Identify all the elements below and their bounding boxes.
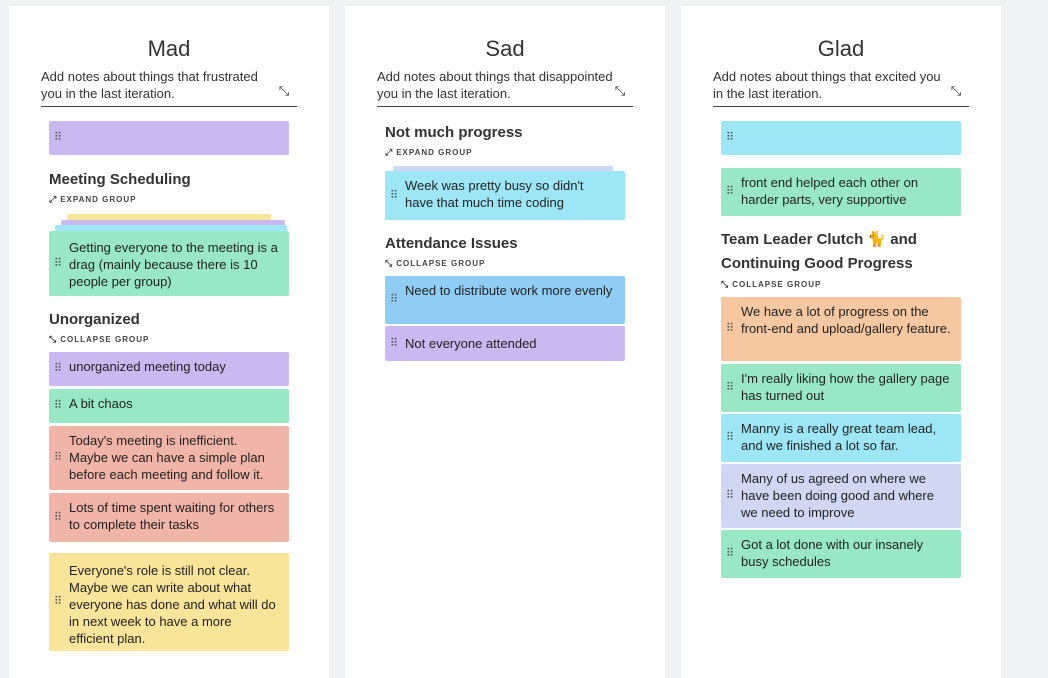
drag-handle-icon[interactable]: ⠿ xyxy=(726,490,734,502)
note-text: We have a lot of progress on the front-e… xyxy=(741,304,951,336)
note-text: unorganized meeting today xyxy=(69,359,226,374)
note-text: Got a lot done with our insanely busy sc… xyxy=(741,537,924,569)
drag-handle-icon[interactable]: ⠿ xyxy=(390,190,398,201)
drag-handle-icon[interactable]: ⠿ xyxy=(54,363,62,375)
note-text: Lots of time spent waiting for others to… xyxy=(69,500,275,532)
drag-handle-icon[interactable]: ⠿ xyxy=(726,186,734,198)
note-card[interactable]: ⠿ Not everyone attended xyxy=(385,326,625,361)
drag-handle-icon[interactable]: ⠿ xyxy=(54,400,62,412)
group-title: Unorganized xyxy=(49,311,140,328)
group-title: Not much progress xyxy=(385,124,523,141)
expand-group-button[interactable]: ⤢ EXPAND GROUP xyxy=(49,194,137,205)
drag-handle-icon[interactable]: ⠿ xyxy=(390,294,398,306)
note-card[interactable]: ⠿ Lots of time spent waiting for others … xyxy=(49,493,289,542)
column-divider xyxy=(713,106,969,107)
note-text: Week was pretty busy so didn't have that… xyxy=(405,178,584,210)
column-description: Add notes about things that disappointed… xyxy=(377,69,613,101)
column-description: Add notes about things that excited you … xyxy=(713,69,941,101)
column-glad: Glad Add notes about things that excited… xyxy=(681,6,1001,678)
note-text: Getting everyone to the meeting is a dra… xyxy=(69,240,278,289)
note-text: front end helped each other on harder pa… xyxy=(741,175,919,207)
note-text: A bit chaos xyxy=(69,396,133,411)
collapse-group-button[interactable]: ⤡ COLLAPSE GROUP xyxy=(49,334,149,345)
drag-handle-icon[interactable]: ⠿ xyxy=(726,323,734,335)
group-title: Team Leader Clutch 🐈 and Continuing Good… xyxy=(721,231,917,272)
note-card[interactable]: ⠿ Getting everyone to the meeting is a d… xyxy=(49,231,289,296)
note-card[interactable]: ⠿ Week was pretty busy so didn't have th… xyxy=(385,171,625,220)
toggle-label: EXPAND GROUP xyxy=(396,148,473,157)
note-card[interactable]: ⠿ We have a lot of progress on the front… xyxy=(721,297,961,361)
note-card[interactable]: ⠿ A bit chaos xyxy=(49,389,289,423)
note-card[interactable]: ⠿ Got a lot done with our insanely busy … xyxy=(721,530,961,578)
drag-handle-icon[interactable]: ⠿ xyxy=(726,548,734,560)
column-divider xyxy=(377,106,633,107)
note-text: I'm really liking how the gallery page h… xyxy=(741,371,950,403)
note-text: Many of us agreed on where we have been … xyxy=(741,471,934,520)
toggle-label: COLLAPSE GROUP xyxy=(396,259,486,268)
column-title: Glad xyxy=(817,36,865,61)
drag-handle-icon[interactable]: ⠿ xyxy=(54,132,62,144)
note-text: Everyone's role is still not clear. Mayb… xyxy=(69,563,276,646)
note-card[interactable]: ⠿ Need to distribute work more evenly xyxy=(385,276,625,324)
column-title: Sad xyxy=(485,36,525,61)
note-card[interactable]: ⠿ I'm really liking how the gallery page… xyxy=(721,364,961,412)
note-card[interactable]: ⠿ Manny is a really great team lead, and… xyxy=(721,414,961,462)
toggle-label: EXPAND GROUP xyxy=(60,195,137,204)
note-card[interactable]: ⠿ front end helped each other on harder … xyxy=(721,168,961,216)
group-title: Attendance Issues xyxy=(385,235,518,252)
drag-handle-icon[interactable]: ⠿ xyxy=(726,432,734,444)
expand-arrows-icon: ⤢ xyxy=(385,147,394,157)
note-card[interactable]: ⠿ xyxy=(721,121,961,155)
note-text: Need to distribute work more evenly xyxy=(405,283,613,298)
column-title: Mad xyxy=(147,36,191,61)
note-card[interactable]: ⠿ Many of us agreed on where we have bee… xyxy=(721,464,961,528)
note-card[interactable]: ⠿ xyxy=(49,121,289,155)
column-mad: Mad Add notes about things that frustrat… xyxy=(9,6,329,678)
collapse-group-button[interactable]: ⤡ COLLAPSE GROUP xyxy=(721,279,821,290)
collapse-arrows-icon[interactable]: ⤡ xyxy=(947,82,965,100)
note-card[interactable]: ⠿ Today's meeting is inefficient. Maybe … xyxy=(49,426,289,490)
note-text: Manny is a really great team lead, and w… xyxy=(741,421,937,453)
note-text: Today's meeting is inefficient. Maybe we… xyxy=(69,433,265,482)
expand-arrows-icon: ⤢ xyxy=(49,194,58,204)
collapse-arrows-icon: ⤡ xyxy=(49,334,58,344)
collapse-group-button[interactable]: ⤡ COLLAPSE GROUP xyxy=(385,258,485,269)
column-sad: Sad Add notes about things that disappoi… xyxy=(345,6,665,678)
drag-handle-icon[interactable]: ⠿ xyxy=(390,338,398,349)
drag-handle-icon[interactable]: ⠿ xyxy=(726,382,734,394)
collapse-arrows-icon: ⤡ xyxy=(385,258,394,268)
drag-handle-icon[interactable]: ⠿ xyxy=(726,132,734,144)
toggle-label: COLLAPSE GROUP xyxy=(60,335,150,344)
note-text: Not everyone attended xyxy=(405,336,537,351)
drag-handle-icon[interactable]: ⠿ xyxy=(54,452,62,464)
collapse-arrows-icon: ⤡ xyxy=(721,279,730,289)
collapse-arrows-icon[interactable]: ⤡ xyxy=(275,82,293,100)
drag-handle-icon[interactable]: ⠿ xyxy=(54,512,62,523)
column-description: Add notes about things that frustrated y… xyxy=(41,69,258,101)
expand-group-button[interactable]: ⤢ EXPAND GROUP xyxy=(385,147,473,158)
note-card[interactable]: ⠿ Everyone's role is still not clear. Ma… xyxy=(49,553,289,651)
collapse-arrows-icon[interactable]: ⤡ xyxy=(611,82,629,100)
drag-handle-icon[interactable]: ⠿ xyxy=(54,596,62,608)
note-card[interactable]: ⠿ unorganized meeting today xyxy=(49,352,289,386)
group-title: Meeting Scheduling xyxy=(49,171,191,188)
drag-handle-icon[interactable]: ⠿ xyxy=(54,258,62,269)
toggle-label: COLLAPSE GROUP xyxy=(732,280,822,289)
column-divider xyxy=(41,106,297,107)
